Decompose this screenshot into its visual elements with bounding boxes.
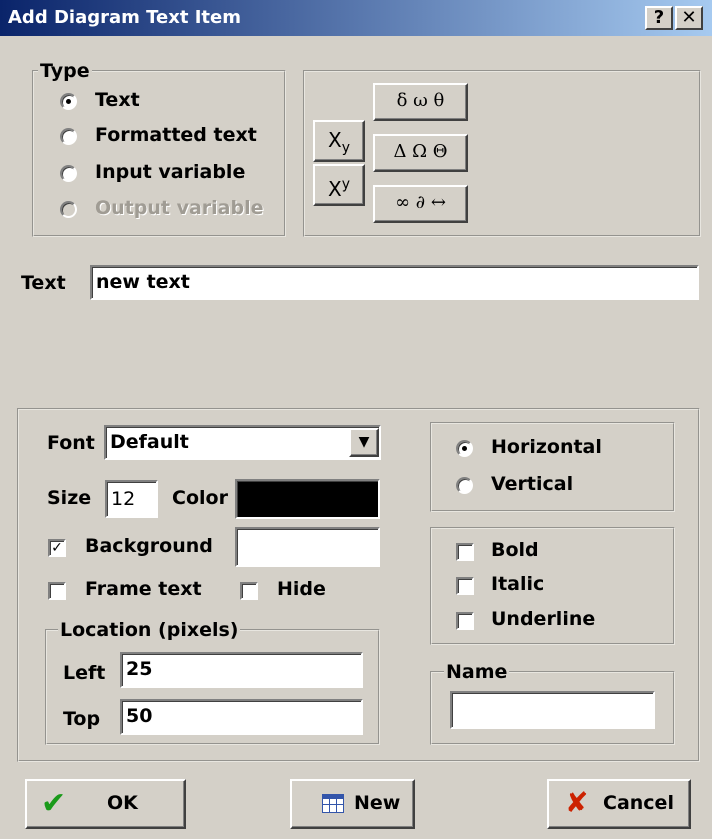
background-label[interactable]: Background (85, 535, 213, 557)
color-label: Color (172, 487, 228, 509)
text-label: Text (21, 272, 66, 294)
radio-input-variable-label[interactable]: Input variable (95, 161, 245, 183)
radio-vertical-label[interactable]: Vertical (491, 473, 573, 495)
frame-text-label[interactable]: Frame text (85, 578, 202, 600)
size-input[interactable]: 12 (105, 480, 158, 518)
top-input[interactable]: 50 (120, 699, 363, 735)
color-swatch[interactable] (235, 479, 380, 519)
left-label: Left (63, 662, 106, 684)
new-label: New (354, 792, 401, 814)
radio-input-variable[interactable] (60, 165, 77, 182)
radio-horizontal[interactable] (456, 440, 473, 457)
ok-label: OK (107, 792, 138, 814)
close-button[interactable]: ✕ (675, 6, 703, 30)
bold-checkbox[interactable] (456, 543, 474, 561)
radio-horizontal-label[interactable]: Horizontal (491, 436, 602, 458)
text-input[interactable]: new text (90, 265, 699, 300)
name-input[interactable] (450, 691, 655, 729)
radio-vertical[interactable] (456, 477, 473, 494)
radio-output-variable (60, 201, 77, 218)
subscript-icon: Xy (328, 128, 350, 156)
size-label: Size (47, 487, 92, 509)
checkmark-icon: ✔ (41, 786, 67, 821)
title-bar[interactable]: Add Diagram Text Item ? ✕ (0, 0, 712, 36)
window-title: Add Diagram Text Item (8, 7, 241, 28)
superscript-button[interactable]: Xy (313, 164, 365, 206)
italic-checkbox[interactable] (456, 577, 474, 595)
italic-label[interactable]: Italic (491, 573, 544, 595)
underline-label[interactable]: Underline (491, 608, 595, 630)
top-label: Top (63, 708, 101, 730)
radio-output-variable-label: Output variable (95, 197, 264, 219)
font-select[interactable]: Default (104, 425, 381, 460)
underline-checkbox[interactable] (456, 612, 474, 630)
background-checkbox[interactable]: ✓ (48, 539, 66, 557)
left-input[interactable]: 25 (120, 652, 363, 688)
help-button[interactable]: ? (645, 6, 673, 30)
name-group-label: Name (444, 661, 510, 683)
background-color-swatch[interactable] (235, 527, 380, 567)
font-label: Font (47, 432, 95, 454)
cancel-label: Cancel (603, 792, 674, 814)
radio-text[interactable] (60, 93, 77, 110)
radio-text-label[interactable]: Text (95, 89, 140, 111)
hide-checkbox[interactable] (240, 582, 258, 600)
greek-upper-button[interactable]: Δ Ω Θ (373, 134, 468, 172)
ok-button[interactable]: ✔ OK (25, 779, 186, 829)
location-group-label: Location (pixels) (58, 619, 241, 641)
radio-formatted-text[interactable] (60, 128, 77, 145)
bold-label[interactable]: Bold (491, 539, 539, 561)
new-button[interactable]: New (290, 779, 415, 829)
cancel-x-icon: ✘ (565, 786, 589, 819)
greek-lower-button[interactable]: δ ω θ (373, 83, 468, 121)
type-group-label: Type (38, 60, 92, 82)
superscript-icon: Xy (328, 176, 350, 201)
hide-label[interactable]: Hide (277, 578, 326, 600)
calendar-icon (322, 794, 344, 813)
subscript-button[interactable]: Xy (313, 120, 365, 162)
font-dropdown-arrow[interactable]: ▼ (349, 428, 379, 457)
math-symbols-button[interactable]: ∞ ∂ ↔ (373, 185, 468, 223)
frame-text-checkbox[interactable] (48, 582, 66, 600)
radio-formatted-text-label[interactable]: Formatted text (95, 124, 257, 146)
cancel-button[interactable]: ✘ Cancel (547, 779, 691, 829)
